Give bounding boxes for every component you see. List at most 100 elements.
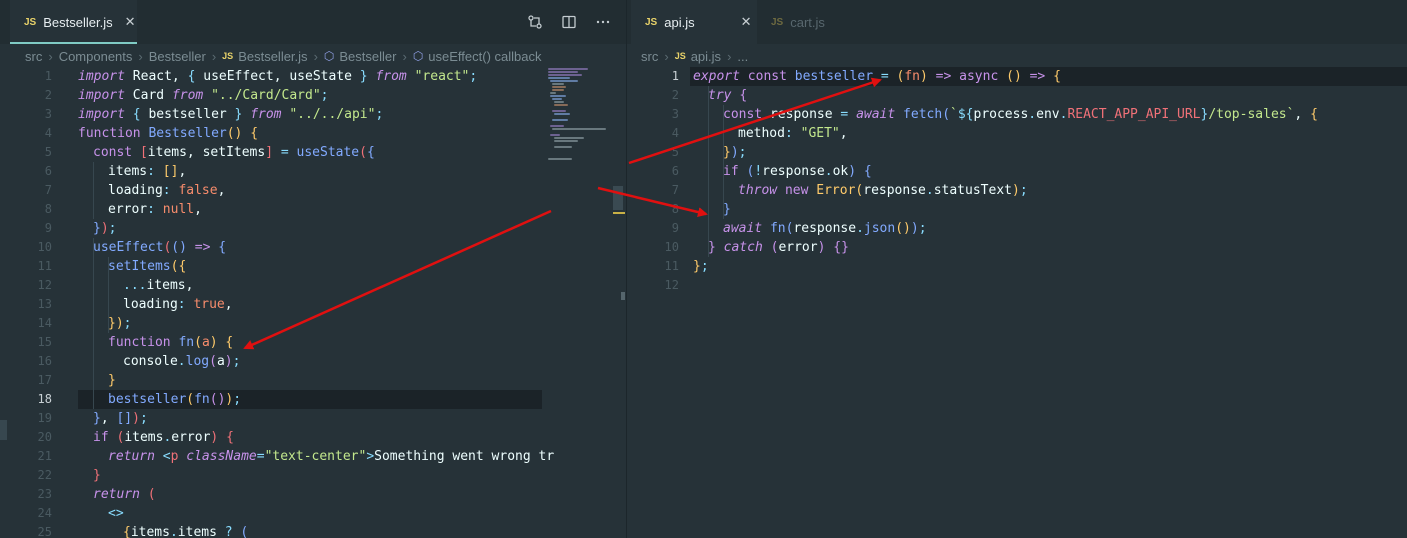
close-icon[interactable]: ✕ xyxy=(741,14,752,30)
line-number: 11 xyxy=(664,259,679,273)
code-line: setItems({ xyxy=(108,259,187,274)
code-line: const response = await fetch(`${process.… xyxy=(723,107,1318,122)
code-line: <> xyxy=(108,506,124,521)
close-icon[interactable]: ✕ xyxy=(125,14,136,30)
js-file-icon: JS xyxy=(771,16,784,28)
symbol-cube-icon: ⬡ xyxy=(412,49,424,63)
right-editor-pane: JS api.js ✕ JS cart.js src › JS api.js › ..… xyxy=(627,0,1407,538)
line-number: 14 xyxy=(37,316,52,330)
code-line: await fn(response.json()); xyxy=(723,221,927,236)
code-line: }; xyxy=(693,259,709,274)
line-number: 23 xyxy=(37,487,52,501)
right-tab-bar: JS api.js ✕ JS cart.js xyxy=(627,0,1407,44)
code-line: }); xyxy=(108,316,132,331)
code-line: loading: false, xyxy=(108,183,226,198)
breadcrumb-item[interactable]: Bestseller.js xyxy=(238,49,307,64)
line-number: 7 xyxy=(671,183,679,197)
code-line: items: [], xyxy=(108,164,187,179)
more-actions-icon[interactable] xyxy=(586,8,620,36)
code-line: method: "GET", xyxy=(738,126,848,141)
line-number: 2 xyxy=(44,88,52,102)
split-editor-icon[interactable] xyxy=(552,8,586,36)
left-tab-bar: JS Bestseller.js ✕ xyxy=(0,0,626,44)
line-number: 8 xyxy=(671,202,679,216)
code-line: useEffect(() => { xyxy=(93,240,227,255)
line-number: 12 xyxy=(37,278,52,292)
minimap[interactable] xyxy=(548,66,608,166)
scrollbar-marker xyxy=(613,212,625,214)
code-line: } xyxy=(108,373,116,388)
line-number: 4 xyxy=(671,126,679,140)
code-line: ...items, xyxy=(123,278,194,293)
js-file-icon: JS xyxy=(222,51,234,61)
js-file-icon: JS xyxy=(674,51,686,61)
breadcrumb-item[interactable]: Components xyxy=(59,49,133,64)
line-number: 3 xyxy=(671,107,679,121)
js-file-icon: JS xyxy=(24,16,37,28)
line-number: 11 xyxy=(37,259,52,273)
chevron-right-icon: › xyxy=(402,48,407,64)
chevron-right-icon: › xyxy=(664,48,669,64)
line-number: 18 xyxy=(37,392,52,406)
line-number: 1 xyxy=(671,69,679,83)
line-number: 25 xyxy=(37,525,52,538)
code-line: return <p className="text-center">Someth… xyxy=(108,449,555,464)
left-editor-pane: JS Bestseller.js ✕ src › Components › Best… xyxy=(0,0,626,538)
code-line: function fn(a) { xyxy=(108,335,234,350)
line-number: 17 xyxy=(37,373,52,387)
code-line: {items.items ? ( xyxy=(123,525,249,538)
breadcrumb-item[interactable]: Bestseller xyxy=(149,49,206,64)
chevron-right-icon: › xyxy=(211,48,217,64)
line-number: 6 xyxy=(44,164,52,178)
code-line: const [items, setItems] = useState({ xyxy=(93,145,375,160)
line-number: 3 xyxy=(44,107,52,121)
tab-label: api.js xyxy=(664,14,695,30)
line-number: 9 xyxy=(44,221,52,235)
code-line: export const bestseller = (fn) => async … xyxy=(693,69,1061,84)
code-line: throw new Error(response.statusText); xyxy=(738,183,1028,198)
line-number: 15 xyxy=(37,335,52,349)
code-line: }, []); xyxy=(93,411,148,426)
scrollbar-thumb[interactable] xyxy=(613,186,623,210)
line-number: 10 xyxy=(37,240,52,254)
line-number: 5 xyxy=(671,145,679,159)
symbol-cube-icon: ⬡ xyxy=(323,49,335,63)
active-tab-indicator xyxy=(10,42,137,44)
line-number: 20 xyxy=(37,430,52,444)
breadcrumb-item[interactable]: api.js xyxy=(691,49,721,64)
code-line: }); xyxy=(723,145,747,160)
scrollbar-marker xyxy=(621,292,625,300)
code-line: console.log(a); xyxy=(123,354,241,369)
code-line: try { xyxy=(708,88,748,103)
line-number: 12 xyxy=(664,278,679,292)
code-line: return ( xyxy=(93,487,156,502)
code-line: import { bestseller } from "../../api"; xyxy=(78,107,384,122)
compare-changes-icon[interactable] xyxy=(518,8,552,36)
line-number: 9 xyxy=(671,221,679,235)
line-number: 2 xyxy=(671,88,679,102)
code-line: error: null, xyxy=(108,202,202,217)
breadcrumb-item[interactable]: Bestseller xyxy=(339,49,396,64)
breadcrumb-item[interactable]: src xyxy=(25,49,42,64)
line-number: 21 xyxy=(37,449,52,463)
code-line: import Card from "../Card/Card"; xyxy=(78,88,329,103)
line-number: 7 xyxy=(44,183,52,197)
code-line: if (items.error) { xyxy=(93,430,234,445)
code-line: } catch (error) {} xyxy=(708,240,849,255)
js-file-icon: JS xyxy=(645,16,658,28)
tab-bestseller-js[interactable]: JS Bestseller.js ✕ xyxy=(10,0,137,44)
tab-cart-js[interactable]: JS cart.js xyxy=(757,0,837,44)
line-number: 16 xyxy=(37,354,52,368)
line-number: 6 xyxy=(671,164,679,178)
code-line: } xyxy=(723,202,731,217)
breadcrumb-item[interactable]: useEffect() callback xyxy=(428,49,541,64)
chevron-right-icon: › xyxy=(48,48,53,64)
chevron-right-icon: › xyxy=(313,48,318,64)
code-line: } xyxy=(93,468,101,483)
code-line: loading: true, xyxy=(123,297,233,312)
breadcrumb-item[interactable]: ... xyxy=(737,49,748,64)
breadcrumb-item[interactable]: src xyxy=(641,49,658,64)
tab-api-js[interactable]: JS api.js ✕ xyxy=(631,0,757,44)
code-line: bestseller(fn()); xyxy=(108,392,242,407)
breadcrumb: src › JS api.js › ... xyxy=(627,45,1407,67)
